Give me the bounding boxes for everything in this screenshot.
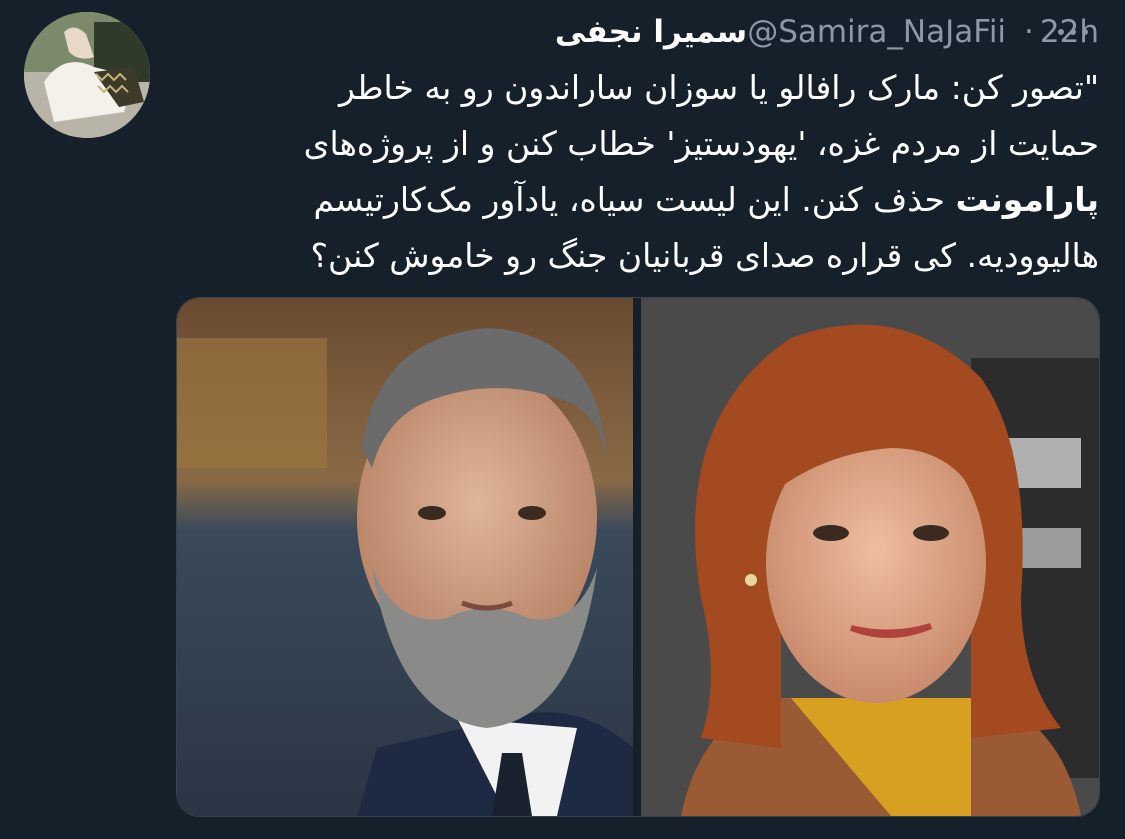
author-handle[interactable]: @Samira_NaJaFii (747, 14, 1006, 50)
paramount-highlight: پارامونت (955, 180, 1099, 219)
tweet-text-line-3: پارامونت حذف کنن. این لیست سیاه، یادآور … (176, 172, 1099, 228)
more-horizontal-icon-dot-2 (1082, 29, 1088, 35)
media-photo-right[interactable] (641, 298, 1099, 816)
tweet-card[interactable]: سمیرا نجفی @Samira_NaJaFii · 22h "تصور ک… (0, 0, 1125, 839)
tweet-text-line-4: هالیوودیه. کی قراره صدای قربانیان جنگ رو… (310, 236, 1099, 275)
author-avatar[interactable] (24, 12, 150, 138)
woman-with-red-hair-photo-icon (641, 298, 1099, 816)
tweet-text: "تصور کن: مارک رافالو یا سوزان ساراندون … (176, 60, 1099, 284)
more-horizontal-icon (1058, 29, 1064, 35)
author-display-name[interactable]: سمیرا نجفی (555, 14, 747, 50)
tweet-text-line-1: "تصور کن: مارک رافالو یا سوزان ساراندون … (339, 68, 1099, 107)
tweet-text-line-3-rest: حذف کنن. این لیست سیاه، یادآور مک‌کارتیس… (313, 180, 956, 219)
separator-dot: · (1024, 14, 1034, 50)
more-options-button[interactable] (1047, 12, 1099, 52)
media-divider (633, 298, 641, 816)
media-photo-left[interactable] (177, 298, 633, 816)
tweet-media[interactable] (176, 297, 1100, 817)
man-with-gray-beard-photo-icon (177, 298, 633, 816)
tweet-header: سمیرا نجفی @Samira_NaJaFii · 22h (176, 8, 1099, 56)
tweet-text-line-2: حمایت از مردم غزه، 'یهودستیز' خطاب کنن و… (303, 124, 1099, 163)
profile-photo-icon (24, 12, 150, 138)
more-horizontal-icon-dot (1070, 29, 1076, 35)
